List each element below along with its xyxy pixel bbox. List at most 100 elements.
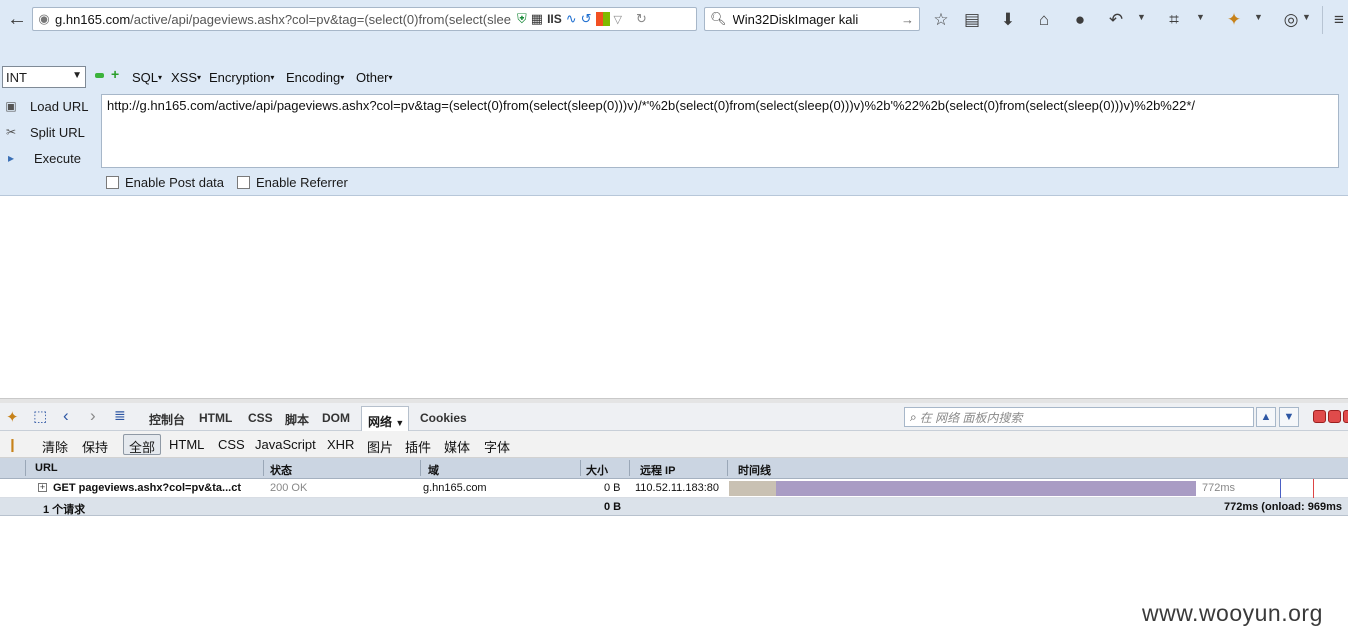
tab-net[interactable]: 网络 ▼ [361, 406, 409, 431]
browser-navbar: ← ◉ g.hn165.com/active/api/pageviews.ash… [0, 0, 1348, 40]
filter-xhr-button[interactable]: XHR [327, 437, 354, 452]
minus-icon[interactable] [95, 73, 104, 78]
qrcode-icon[interactable]: ▦ [531, 11, 543, 27]
filter-all-button[interactable]: 全部 [123, 434, 161, 455]
addon-dropdown-icon[interactable]: ▼ [1302, 12, 1311, 22]
panel-search-input[interactable]: ⌕ 在 网络 面板内搜索 [904, 407, 1254, 427]
filter-css-button[interactable]: CSS [218, 437, 245, 452]
bookmark-star-icon[interactable]: ☆ [930, 9, 952, 31]
column-url[interactable]: URL [35, 462, 58, 474]
undo-dropdown-icon[interactable]: ▼ [1137, 12, 1146, 22]
split-url-button[interactable]: ✂ Split URL [0, 121, 100, 143]
filter-html-button[interactable]: HTML [169, 437, 204, 452]
total-time: 772ms (onload: 969ms [1224, 501, 1342, 513]
menu-other[interactable]: Other▾ [356, 70, 393, 85]
crop-icon[interactable]: ⌗ [1163, 9, 1185, 31]
enable-referrer-checkbox[interactable]: Enable Referrer [237, 175, 348, 190]
filter-images-button[interactable]: 图片 [367, 437, 393, 456]
menu-sql[interactable]: SQL▾ [132, 70, 162, 85]
column-remote-ip[interactable]: 远程 IP [640, 462, 675, 478]
type-select[interactable]: INT ▼ [2, 66, 86, 88]
tab-css[interactable]: CSS [248, 411, 273, 425]
wave-icon[interactable]: ∿ [566, 11, 577, 27]
command-line-icon[interactable]: ≣ [114, 407, 126, 424]
column-size[interactable]: 大小 [586, 462, 608, 478]
request-remote-ip: 110.52.11.183:80 [635, 482, 720, 494]
filter-plugins-button[interactable]: 插件 [405, 437, 431, 456]
hackbar-panel: INT ▼ + SQL▾ XSS▾ Encryption▾ Encoding▾ … [0, 40, 1348, 196]
expand-icon[interactable]: + [38, 483, 47, 492]
column-divider [727, 460, 728, 476]
column-domain[interactable]: 域 [428, 462, 439, 478]
menu-xss[interactable]: XSS▾ [171, 70, 201, 85]
tab-script[interactable]: 脚本 [285, 411, 309, 428]
timeline-wait-bar [729, 481, 776, 496]
addon-icon[interactable]: ◎ [1280, 9, 1302, 31]
net-panel-icon[interactable]: ❙ [7, 437, 18, 453]
watermark: www.wooyun.org [1142, 600, 1323, 626]
chat-icon[interactable]: ● [1069, 9, 1091, 31]
filter-js-button[interactable]: JavaScript [255, 437, 316, 452]
column-status[interactable]: 状态 [270, 462, 292, 478]
home-icon[interactable]: ⌂ [1033, 9, 1055, 31]
column-timeline[interactable]: 时间线 [738, 462, 771, 478]
dropdown-arrow-icon[interactable]: ▽ [614, 13, 622, 26]
hackbar-url-textarea[interactable]: http://g.hn165.com/active/api/pageviews.… [101, 94, 1339, 168]
edge-icon[interactable]: ↺ [581, 11, 592, 27]
column-divider [420, 460, 421, 476]
search-bar[interactable]: 🔍︎ Win32DiskImager kali → [704, 7, 920, 31]
iis-icon[interactable]: IIS [547, 12, 562, 26]
undo-icon[interactable]: ↶ [1105, 9, 1127, 31]
firebug-icon[interactable]: ✦ [6, 408, 19, 426]
tab-dom[interactable]: DOM [322, 411, 350, 425]
bookmarks-list-icon[interactable]: ▤ [961, 9, 983, 31]
request-status: 200 OK [270, 482, 308, 494]
filter-media-button[interactable]: 媒体 [444, 437, 470, 456]
minimize-icon[interactable] [1313, 410, 1326, 423]
search-input[interactable]: Win32DiskImager kali [733, 12, 901, 27]
reload-icon[interactable]: ↻ [636, 11, 647, 27]
chevron-down-icon: ▼ [72, 70, 82, 81]
onload-line [1313, 479, 1314, 498]
download-icon[interactable]: ⬇ [997, 9, 1019, 31]
persist-button[interactable]: 保持 [82, 437, 108, 456]
close-icon[interactable] [1343, 410, 1348, 423]
search-go-icon[interactable]: → [901, 12, 919, 27]
clear-button[interactable]: 清除 [42, 437, 68, 456]
tab-console[interactable]: 控制台 [149, 411, 185, 428]
checkbox-box[interactable] [237, 176, 250, 189]
url-text[interactable]: g.hn165.com/active/api/pageviews.ashx?co… [55, 12, 513, 27]
crop-dropdown-icon[interactable]: ▼ [1196, 12, 1205, 22]
tab-html[interactable]: HTML [199, 411, 232, 425]
menu-encryption[interactable]: Encryption▾ [209, 70, 274, 85]
firebug-dropdown-icon[interactable]: ▼ [1254, 12, 1263, 22]
url-bar[interactable]: ◉ g.hn165.com/active/api/pageviews.ashx?… [32, 7, 697, 31]
tab-cookies[interactable]: Cookies [420, 411, 467, 425]
menu-icon[interactable]: ≡ [1328, 9, 1348, 31]
firebug-tabbar: ✦ ⬚ ‹ › ≣ 控制台 HTML CSS 脚本 DOM 网络 ▼ Cooki… [0, 403, 1348, 431]
request-time: 772ms [1202, 482, 1236, 494]
detach-icon[interactable] [1328, 410, 1341, 423]
forward-arrow-icon[interactable]: › [90, 406, 96, 426]
request-url[interactable]: GET pageviews.ashx?col=pv&ta...ct [53, 482, 241, 494]
shield-icon[interactable]: ⛨ [517, 11, 527, 27]
inspect-icon[interactable]: ⬚ [33, 407, 47, 425]
checkbox-box[interactable] [106, 176, 119, 189]
back-icon[interactable]: ← [6, 8, 28, 30]
table-row[interactable]: + GET pageviews.ashx?col=pv&ta...ct 200 … [0, 479, 1348, 498]
search-icon: ⌕ [910, 409, 917, 424]
back-arrow-icon[interactable]: ‹ [63, 406, 69, 426]
firebug-icon[interactable]: ✦ [1223, 9, 1245, 31]
windows-icon[interactable] [595, 12, 610, 26]
menu-encoding[interactable]: Encoding▾ [286, 70, 344, 85]
search-prev-icon[interactable]: ▲ [1256, 407, 1276, 427]
search-next-icon[interactable]: ▼ [1279, 407, 1299, 427]
plus-icon[interactable]: + [111, 67, 122, 81]
filter-fonts-button[interactable]: 字体 [484, 437, 510, 456]
toolbar-divider [1322, 6, 1323, 34]
execute-button[interactable]: ▸ Execute [0, 147, 100, 169]
search-icon: 🔍︎ [710, 11, 727, 26]
timeline-receive-bar [776, 481, 1196, 496]
enable-post-checkbox[interactable]: Enable Post data [106, 175, 224, 190]
load-url-button[interactable]: ▣ Load URL [0, 95, 100, 117]
